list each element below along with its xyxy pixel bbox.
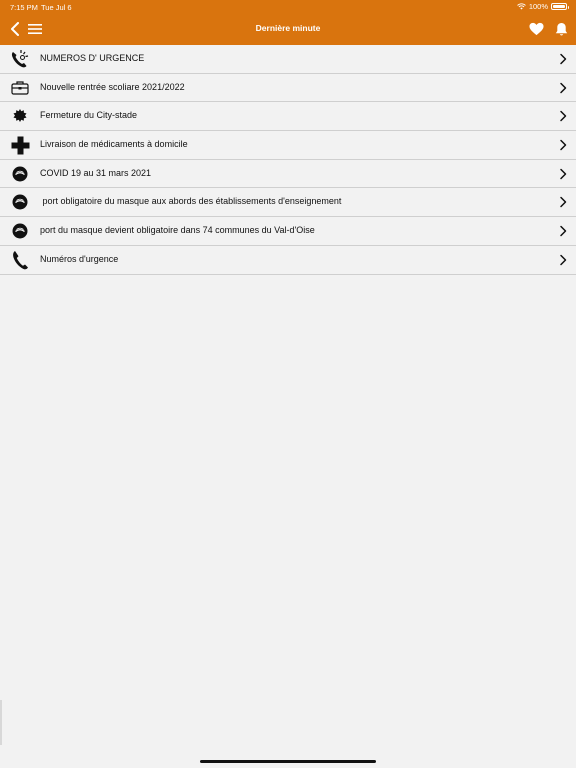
battery-icon [551, 3, 569, 10]
status-time: 7:15 PM [10, 3, 38, 12]
list-item-label: Nouvelle rentrée scoliare 2021/2022 [40, 81, 185, 92]
medical-cross-icon [10, 135, 30, 155]
chevron-right-icon [560, 197, 567, 208]
list-item-label: NUMEROS D' URGENCE [40, 53, 145, 63]
chevron-right-icon [560, 139, 567, 151]
navigation-bar: Dernière minute [0, 14, 576, 45]
battery-percent: 100% [528, 2, 548, 11]
chevron-right-icon [560, 254, 567, 266]
favorites-button[interactable] [527, 20, 545, 38]
news-list: NUMEROS D' URGENCE Nouvelle rentrée scol… [0, 45, 576, 275]
status-bar: 7:15 PM Tue Jul 6 100% [0, 0, 576, 14]
list-item[interactable]: Livraison de médicaments à domicile [0, 131, 576, 160]
phone-alert-icon [10, 49, 30, 69]
chevron-right-icon [560, 82, 567, 93]
app-header: 7:15 PM Tue Jul 6 100% Dernière minute [0, 0, 576, 45]
list-item-label: Fermeture du City-stade [40, 110, 138, 121]
chevron-right-icon [560, 111, 567, 122]
status-right: 100% [516, 2, 569, 11]
list-item-label: port obligatoire du masque aux abords de… [40, 196, 342, 207]
wifi-icon [516, 3, 526, 10]
chevron-right-icon [560, 225, 567, 237]
chevron-right-icon [560, 53, 567, 65]
list-item[interactable]: Fermeture du City-stade [0, 102, 576, 132]
chevron-right-icon [560, 168, 567, 179]
list-item-label: Numéros d'urgence [40, 253, 119, 264]
status-date: Tue Jul 6 [41, 3, 72, 12]
list-item-label: port du masque devient obligatoire dans … [40, 225, 315, 236]
face-mask-icon [10, 192, 30, 212]
face-mask-icon [10, 221, 30, 241]
face-mask-icon [10, 164, 30, 184]
phone-icon [10, 250, 30, 270]
home-indicator[interactable] [200, 760, 376, 763]
list-item-label: Livraison de médicaments à domicile [40, 139, 188, 150]
bell-icon [555, 22, 567, 36]
list-item-label: COVID 19 au 31 mars 2021 [40, 167, 152, 178]
edge-handle [0, 700, 2, 745]
list-item[interactable]: Numéros d'urgence [0, 245, 576, 275]
list-item[interactable]: NUMEROS D' URGENCE [0, 45, 576, 74]
notifications-button[interactable] [552, 20, 570, 38]
heart-icon [528, 22, 544, 36]
list-item[interactable]: port obligatoire du masque aux abords de… [0, 188, 576, 218]
school-bag-icon [10, 78, 30, 98]
badge-icon [10, 106, 30, 126]
list-item[interactable]: COVID 19 au 31 mars 2021 [0, 159, 576, 189]
list-item[interactable]: port du masque devient obligatoire dans … [0, 217, 576, 246]
list-item[interactable]: Nouvelle rentrée scoliare 2021/2022 [0, 73, 576, 103]
page-title: Dernière minute [255, 23, 321, 33]
